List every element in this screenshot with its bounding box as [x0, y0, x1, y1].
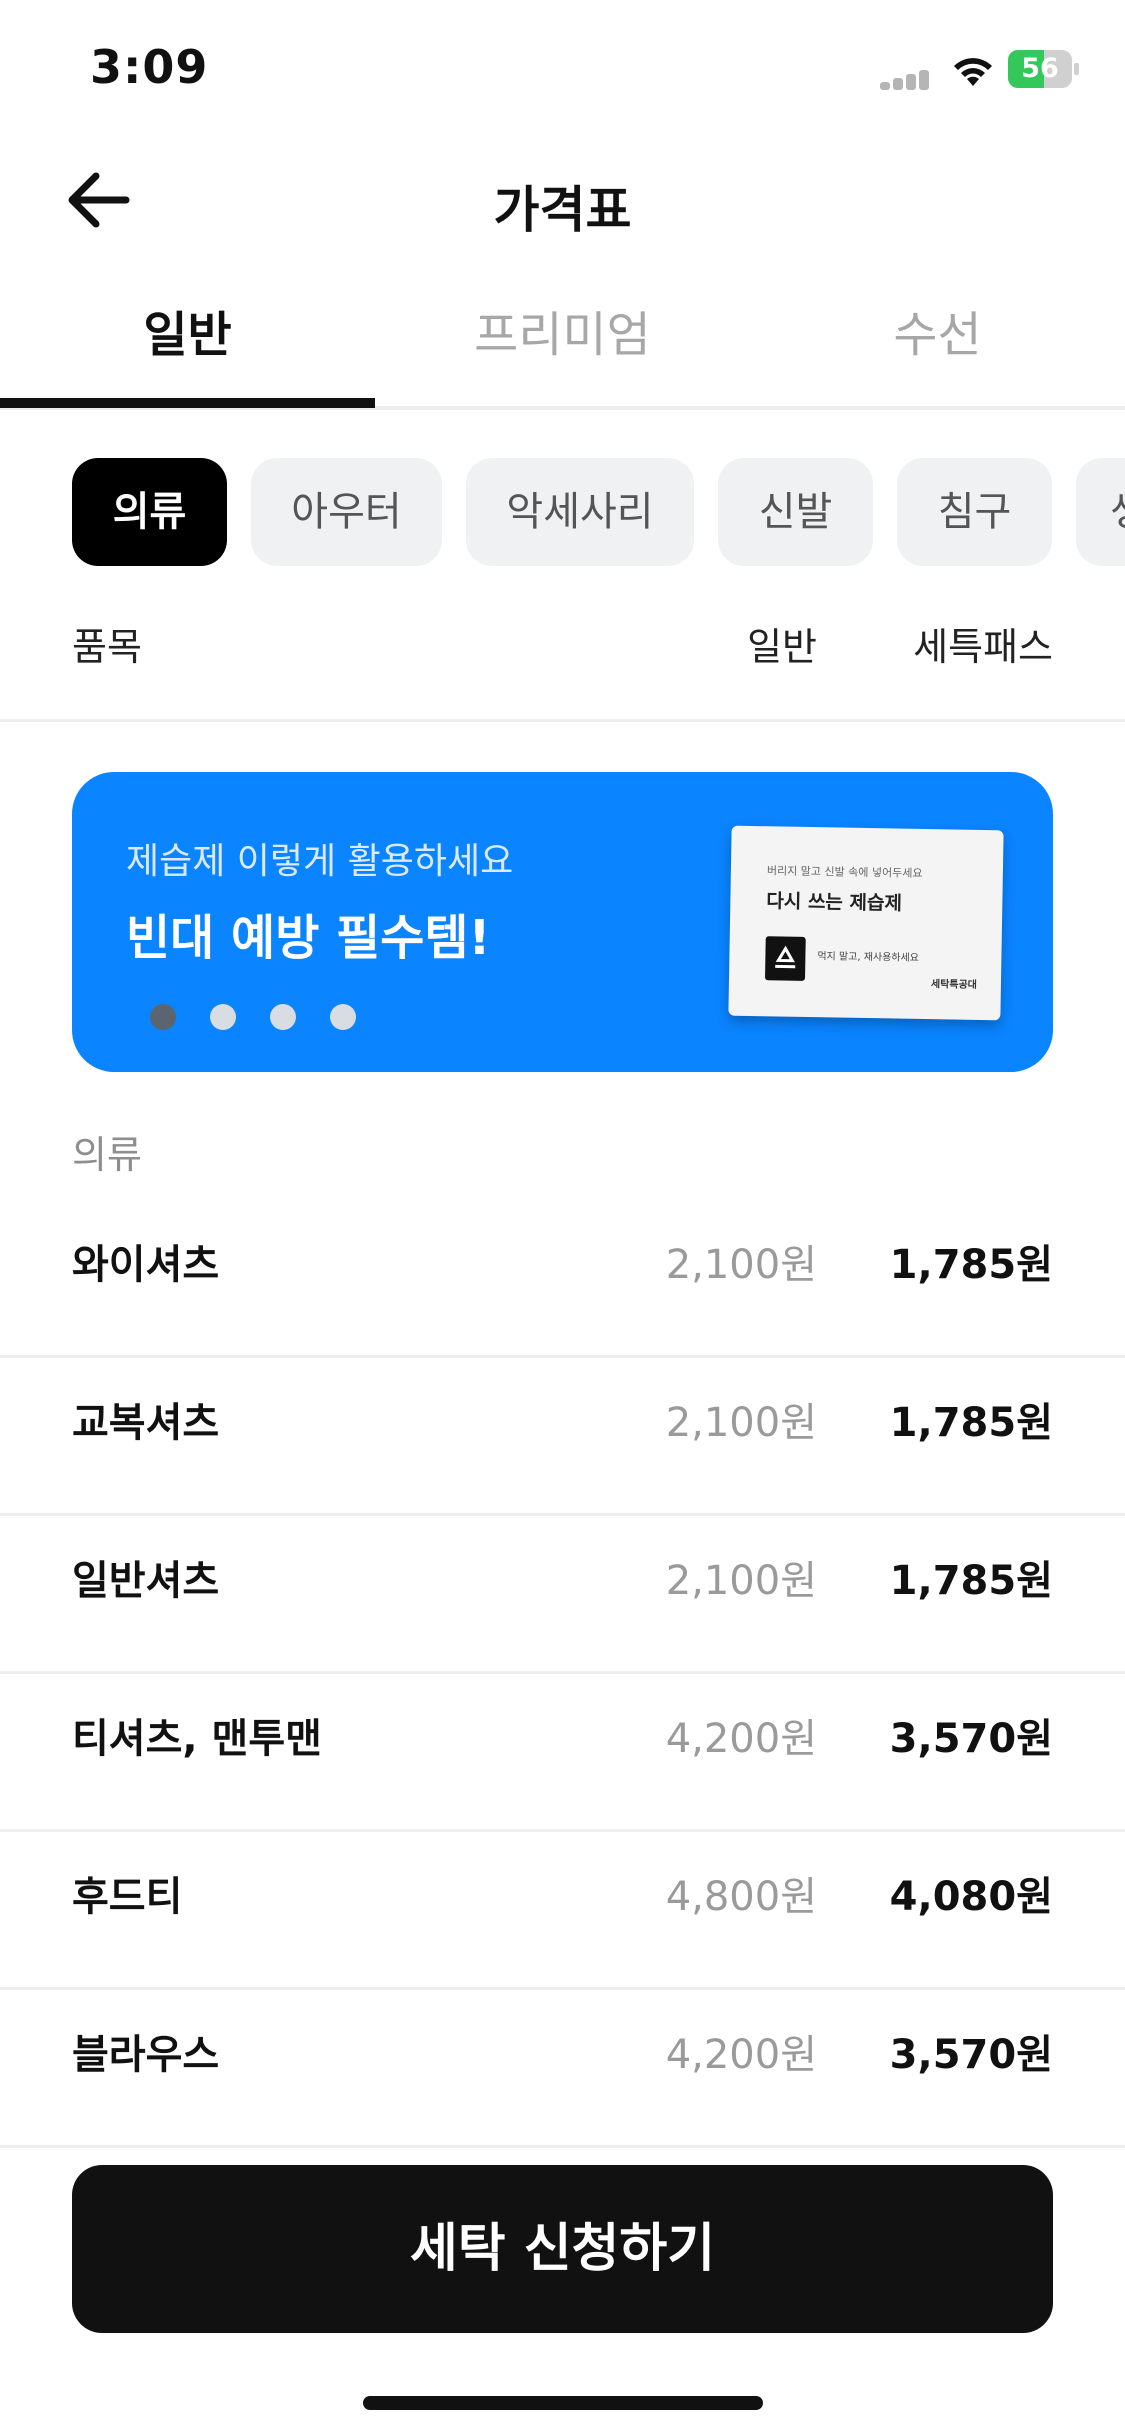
home-indicator [363, 2396, 763, 2410]
pass-price: 4,080원 [889, 1874, 1053, 1920]
pass-price: 1,785원 [889, 1242, 1053, 1288]
category-chips: 의류 아우터 악세사리 신발 침구 생 [0, 458, 1125, 568]
page-dot [150, 1004, 176, 1030]
normal-price: 2,100원 [665, 1400, 817, 1446]
banner-title: 빈대 예방 필수템! [126, 910, 491, 966]
column-pass-label: 세특패스 [913, 625, 1053, 669]
chip-bedding[interactable]: 침구 [897, 458, 1052, 566]
pouch-brand: 세탁특공대 [930, 979, 978, 991]
page-dot [330, 1004, 356, 1030]
tab-repair[interactable]: 수선 [750, 280, 1125, 406]
chip-clothing[interactable]: 의류 [72, 458, 227, 566]
price-type-tabs: 일반 프리미엄 수선 [0, 280, 1125, 410]
battery-icon: 56 [1008, 50, 1079, 88]
pouch-small-text: 버리지 말고 신발 속에 넣어두세요 [766, 864, 923, 880]
normal-price: 4,200원 [665, 2032, 817, 2078]
table-row: 일반셔츠 2,100원 1,785원 [0, 1516, 1125, 1674]
chip-more[interactable]: 생 [1076, 458, 1125, 566]
table-row: 교복셔츠 2,100원 1,785원 [0, 1358, 1125, 1516]
page-dot [270, 1004, 296, 1030]
header: 가격표 [0, 140, 1125, 260]
desiccant-pouch-image: 버리지 말고 신발 속에 넣어두세요 다시 쓰는 제습제 먹지 말고, 재사용하… [728, 825, 1004, 1021]
cellular-signal-icon [880, 70, 930, 90]
status-time: 3:09 [90, 40, 209, 94]
tab-premium[interactable]: 프리미엄 [375, 280, 750, 406]
table-row: 블라우스 4,200원 3,570원 [0, 1990, 1125, 2148]
normal-price: 2,100원 [665, 1558, 817, 1604]
normal-price: 4,800원 [665, 1874, 817, 1920]
tab-normal[interactable]: 일반 [0, 280, 375, 406]
table-row: 후드티 4,800원 4,080원 [0, 1832, 1125, 1990]
pass-price: 3,570원 [889, 1716, 1053, 1762]
column-item-label: 품목 [72, 625, 142, 669]
banner-subtitle: 제습제 이렇게 활용하세요 [126, 841, 514, 882]
page-title: 가격표 [493, 181, 632, 239]
normal-price: 4,200원 [665, 1716, 817, 1762]
pass-price: 3,570원 [889, 2032, 1053, 2078]
item-name: 일반셔츠 [72, 1558, 220, 1604]
battery-level: 56 [1021, 53, 1059, 84]
chip-shoes[interactable]: 신발 [718, 458, 873, 566]
request-laundry-button[interactable]: 세탁 신청하기 [72, 2165, 1053, 2333]
pass-price: 1,785원 [889, 1400, 1053, 1446]
pouch-note: 먹지 말고, 재사용하세요 [817, 951, 920, 964]
promo-banner[interactable]: 제습제 이렇게 활용하세요 빈대 예방 필수템! 버리지 말고 신발 속에 넣어… [72, 772, 1053, 1072]
pass-price: 1,785원 [889, 1558, 1053, 1604]
chip-outer[interactable]: 아우터 [251, 458, 442, 566]
item-name: 블라우스 [72, 2032, 220, 2078]
normal-price: 2,100원 [665, 1242, 817, 1288]
item-name: 와이셔츠 [72, 1242, 220, 1288]
price-list: 와이셔츠 2,100원 1,785원 교복셔츠 2,100원 1,785원 일반… [0, 1200, 1125, 2148]
price-column-header: 품목 일반 세특패스 [0, 600, 1125, 722]
page-dot [210, 1004, 236, 1030]
wifi-icon [948, 52, 998, 88]
status-bar: 3:09 56 [0, 0, 1125, 140]
item-name: 교복셔츠 [72, 1400, 220, 1446]
table-row: 와이셔츠 2,100원 1,785원 [0, 1200, 1125, 1358]
pouch-product-name: 다시 쓰는 제습제 [766, 890, 903, 915]
item-name: 후드티 [72, 1874, 183, 1920]
column-normal-label: 일반 [747, 625, 817, 669]
section-label: 의류 [72, 1133, 142, 1177]
recycle-icon [764, 936, 806, 981]
active-tab-indicator [0, 398, 375, 408]
chip-accessories[interactable]: 악세사리 [466, 458, 694, 566]
item-name: 티셔츠, 맨투맨 [72, 1716, 322, 1762]
table-row: 티셔츠, 맨투맨 4,200원 3,570원 [0, 1674, 1125, 1832]
